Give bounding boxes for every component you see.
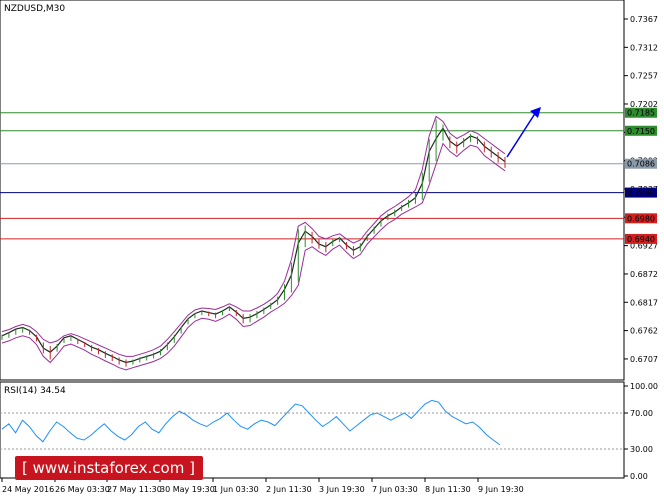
rsi-tick-label: 100.00 — [630, 382, 658, 391]
level-price-label: 0.7150 — [627, 127, 655, 136]
y-tick-label: 0.7257 — [630, 72, 658, 81]
rsi-tick-label: 70.00 — [630, 409, 653, 418]
y-tick-label: 0.7312 — [630, 43, 658, 52]
y-tick-label: 0.7202 — [630, 100, 658, 109]
x-tick-label: 9 Jun 19:30 — [478, 485, 524, 494]
x-tick-label: 8 Jun 11:30 — [425, 485, 471, 494]
level-price-label: 0.6980 — [627, 214, 655, 223]
x-tick-label: 30 May 19:30 — [160, 485, 215, 494]
x-tick-label: 7 Jun 03:30 — [372, 485, 418, 494]
y-tick-label: 0.6762 — [630, 327, 658, 336]
chart-svg: NZDUSD,M30 RSI(14) 34.54 0.7367 0.7312 0.7… — [0, 0, 658, 494]
x-tick-label: 2 Jun 11:30 — [266, 485, 312, 494]
level-price-label: 0.7086 — [627, 160, 655, 169]
rsi-tick-label: 0.00 — [630, 472, 648, 481]
level-price-label: 0.7030 — [627, 189, 655, 198]
y-tick-label: 0.6817 — [630, 298, 658, 307]
y-tick-label: 0.6872 — [630, 270, 658, 279]
x-tick-label: 24 May 2016 — [2, 485, 54, 494]
x-tick-label: 26 May 03:30 — [55, 485, 110, 494]
x-tick-label: 27 May 11:30 — [107, 485, 162, 494]
x-tick-label: 1 Jun 03:30 — [213, 485, 259, 494]
rsi-tick-label: 30.00 — [630, 445, 653, 454]
main-title: NZDUSD,M30 — [4, 4, 65, 14]
y-tick-label: 0.7367 — [630, 15, 658, 24]
x-tick-label: 3 Jun 19:30 — [319, 485, 365, 494]
level-price-label: 0.6940 — [627, 235, 655, 244]
level-price-label: 0.7185 — [627, 109, 655, 118]
main-panel — [0, 0, 625, 381]
y-tick-label: 0.6707 — [630, 355, 658, 364]
svg-text:[ www.instaforex.com ]: [ www.instaforex.com ] — [22, 459, 195, 477]
x-ticks: 24 May 2016 26 May 03:3027 May 11:3030 Ma… — [1, 478, 524, 494]
watermark-logo: [ www.instaforex.com ] — [15, 456, 203, 480]
rsi-title: RSI(14) 34.54 — [4, 386, 66, 396]
